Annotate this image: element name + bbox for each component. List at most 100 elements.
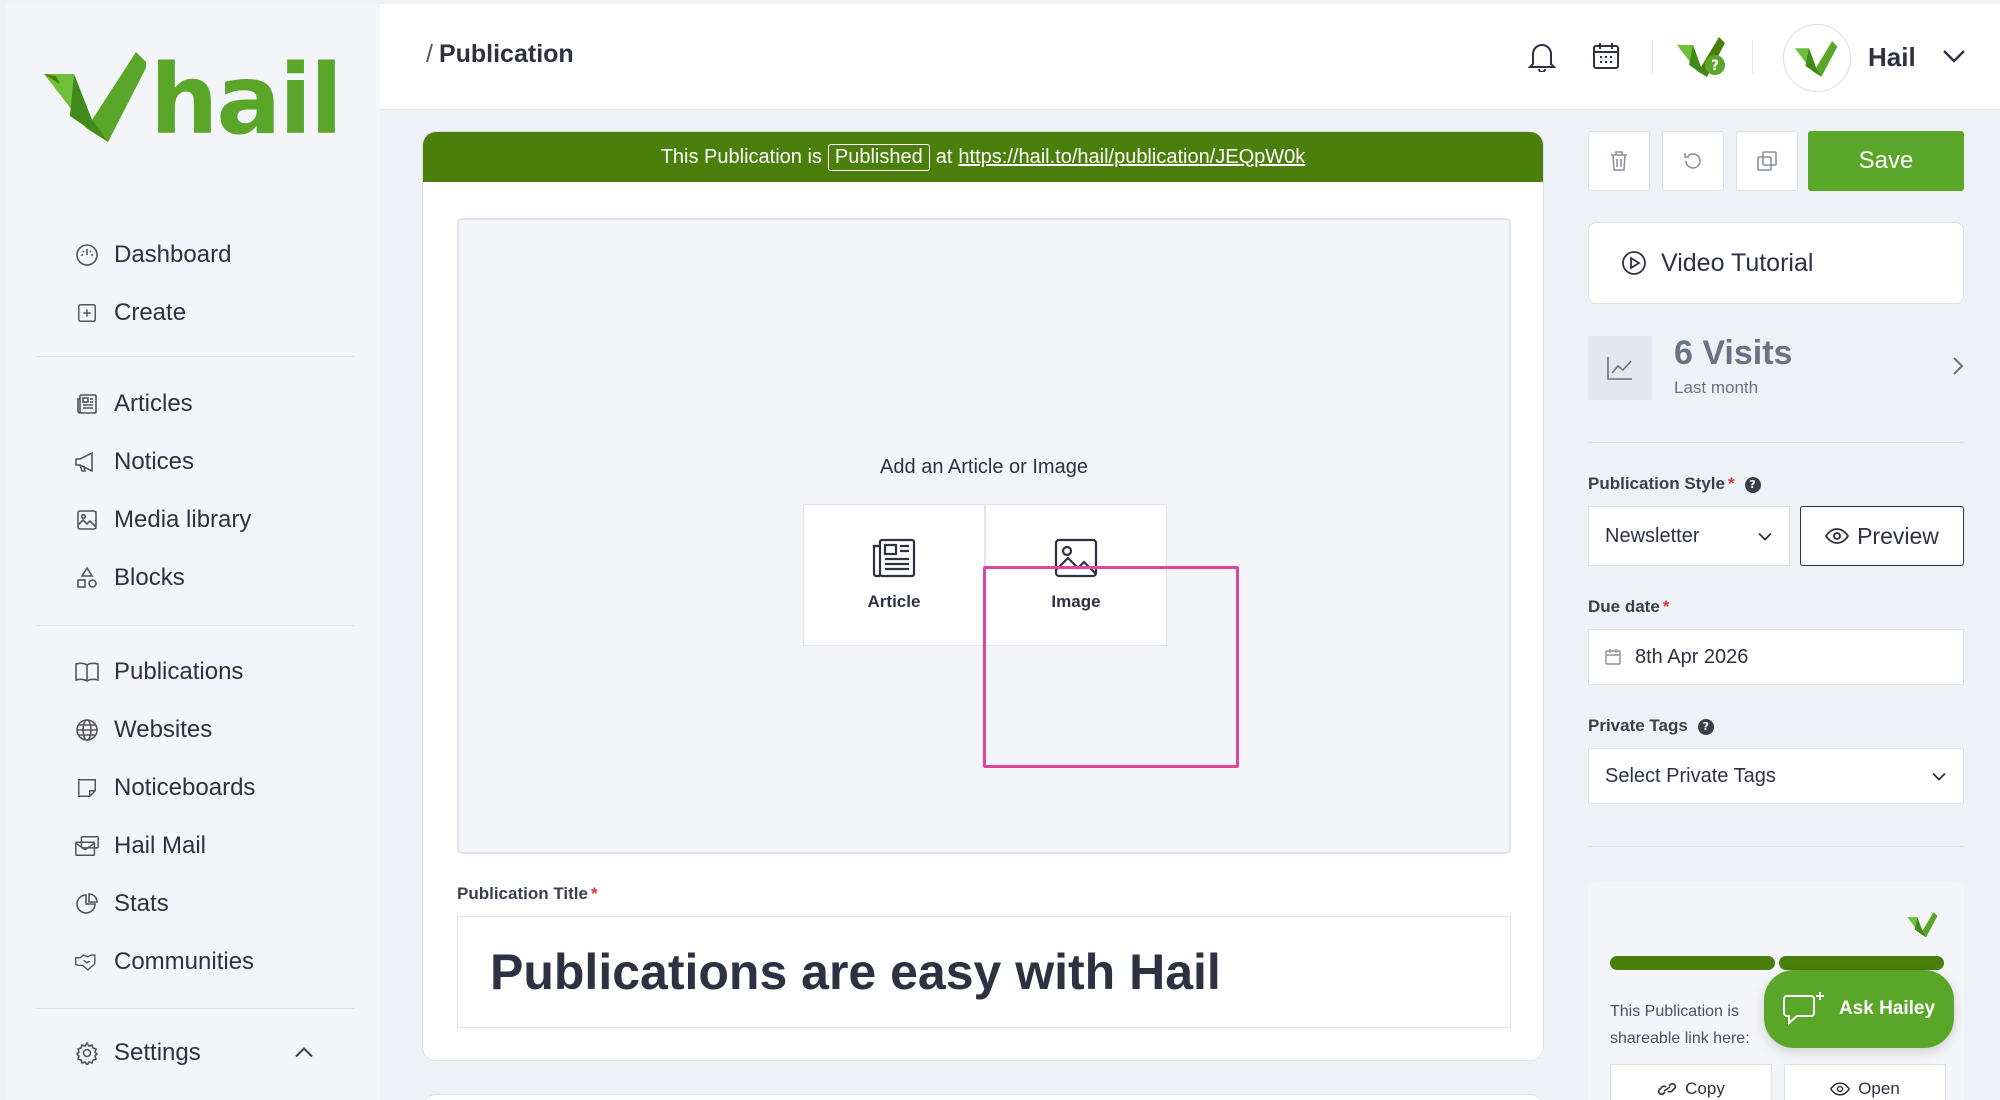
publication-editor-card: This Publication is Published at https:/… [422,131,1544,1061]
preview-button[interactable]: Preview [1800,506,1964,566]
revert-button[interactable] [1662,131,1724,191]
panel-divider [1588,846,1964,847]
hail-logo[interactable]: hail [44,50,343,150]
sidebar-item-websites[interactable]: Websites [36,701,354,759]
sidebar-item-label: Media library [114,506,252,533]
sidebar-item-communities[interactable]: Communities [36,933,354,991]
duplicate-button[interactable] [1736,131,1798,191]
sidebar-item-label: Hail Mail [114,832,207,859]
sidebar-item-label: Articles [114,390,193,417]
sidebar-divider [36,625,354,626]
open-label: Open [1858,1079,1900,1098]
add-image-button[interactable]: Image [985,504,1167,646]
avatar[interactable] [1783,24,1851,92]
breadcrumb: / Publication [426,40,574,69]
user-name[interactable]: Hail [1868,42,1916,73]
status-badge: Published [827,143,930,171]
sidebar-item-label: Websites [114,716,213,743]
sidebar-item-noticeboards[interactable]: Noticeboards [36,759,354,817]
nav-group-settings: Settings [36,1024,354,1082]
add-article-button[interactable]: Article [803,504,985,646]
secondary-card [422,1094,1544,1100]
private-tags-select[interactable]: Select Private Tags [1588,748,1964,804]
header-divider [1752,40,1753,74]
panel-divider [1588,442,1964,443]
publication-url-link[interactable]: https://hail.to/hail/publication/JEQpW0k [958,146,1305,169]
sidebar-item-publications[interactable]: Publications [36,643,354,701]
due-date-input[interactable]: 8th Apr 2026 [1588,629,1964,685]
nav-group-content: Articles Notices Media library Blocks [36,375,354,607]
publication-style-select[interactable]: Newsletter [1588,506,1790,566]
sidebar-item-label: Create [114,299,187,326]
sidebar-item-notices[interactable]: Notices [36,433,354,491]
save-button[interactable]: Save [1808,131,1964,191]
svg-text:?: ? [1711,58,1719,74]
ask-hailey-button[interactable]: Ask Hailey [1764,970,1954,1048]
open-link-button[interactable]: Open [1784,1064,1946,1100]
help-icon[interactable]: ? [1697,718,1714,735]
sidebar-item-label: Publications [114,658,244,685]
chevron-up-icon[interactable] [294,1044,314,1063]
required-marker: * [1727,474,1735,493]
help-icon[interactable]: ? [1744,476,1761,493]
chat-sparkle-icon [1782,992,1824,1026]
calendar-button[interactable] [1586,36,1626,76]
due-date-label: Due date * [1588,597,1669,617]
chevron-down-icon [1757,525,1773,548]
sidebar-item-hail-mail[interactable]: Hail Mail [36,817,354,875]
video-tutorial-button[interactable]: Video Tutorial [1588,222,1964,304]
nav-group-channels: Publications Websites Noticeboards Hail … [36,643,354,991]
link-icon [1658,1082,1677,1096]
calendar-icon [1605,649,1621,665]
content-dropzone: Add an Article or Image Article Image [457,218,1511,854]
share-text: This Publication is shareable link here: [1610,998,1750,1052]
delete-button[interactable] [1588,131,1650,191]
private-tags-label: Private Tags? [1588,716,1714,736]
option-label: Image [1051,592,1101,611]
visits-count: 6 Visits [1674,334,1793,372]
breadcrumb-separator: / [426,40,433,68]
book-icon [74,659,100,685]
sidebar-divider [36,1008,354,1009]
copy-label: Copy [1685,1079,1725,1098]
visits-stat[interactable]: 6 Visits Last month [1588,334,1964,406]
selected-value: Newsletter [1605,524,1700,547]
bell-icon [1527,44,1557,72]
publication-title-label: Publication Title * [457,884,598,904]
sidebar-item-settings[interactable]: Settings [36,1024,354,1082]
due-date-value: 8th Apr 2026 [1635,645,1749,668]
hail-bird-logo-icon [44,52,146,142]
mail-icon [74,833,100,859]
sidebar-item-label: Stats [114,890,169,917]
banner-text: This Publication is [660,145,822,168]
plus-square-icon [74,300,100,326]
article-icon [872,538,916,578]
sidebar-item-dashboard[interactable]: Dashboard [36,226,354,284]
sidebar-item-label: Settings [114,1039,201,1066]
sidebar-item-label: Blocks [114,564,185,591]
progress-segment [1779,956,1944,970]
copy-link-button[interactable]: Copy [1610,1064,1772,1100]
globe-icon [74,717,100,743]
publication-title-input[interactable]: Publications are easy with Hail [457,916,1511,1028]
private-tags-placeholder: Select Private Tags [1605,764,1776,787]
field-label-text: Publication Title [457,884,588,903]
chevron-down-icon[interactable] [1942,48,1966,67]
share-text-line: shareable link here: [1610,1030,1750,1047]
dashboard-icon [74,242,100,268]
megaphone-icon [74,449,100,475]
help-button[interactable]: ? [1674,32,1730,80]
sidebar-item-stats[interactable]: Stats [36,875,354,933]
play-circle-icon [1622,251,1646,275]
sidebar-divider [36,356,354,357]
sidebar-item-label: Dashboard [114,241,232,268]
sidebar-item-media-library[interactable]: Media library [36,491,354,549]
notifications-button[interactable] [1522,36,1562,76]
calendar-icon [1593,43,1619,69]
required-marker: * [1662,597,1670,616]
sidebar-item-create[interactable]: Create [36,284,354,342]
sidebar-item-blocks[interactable]: Blocks [36,549,354,607]
hail-bird-icon [1907,912,1938,938]
sidebar-item-articles[interactable]: Articles [36,375,354,433]
progress-segment [1610,956,1775,970]
